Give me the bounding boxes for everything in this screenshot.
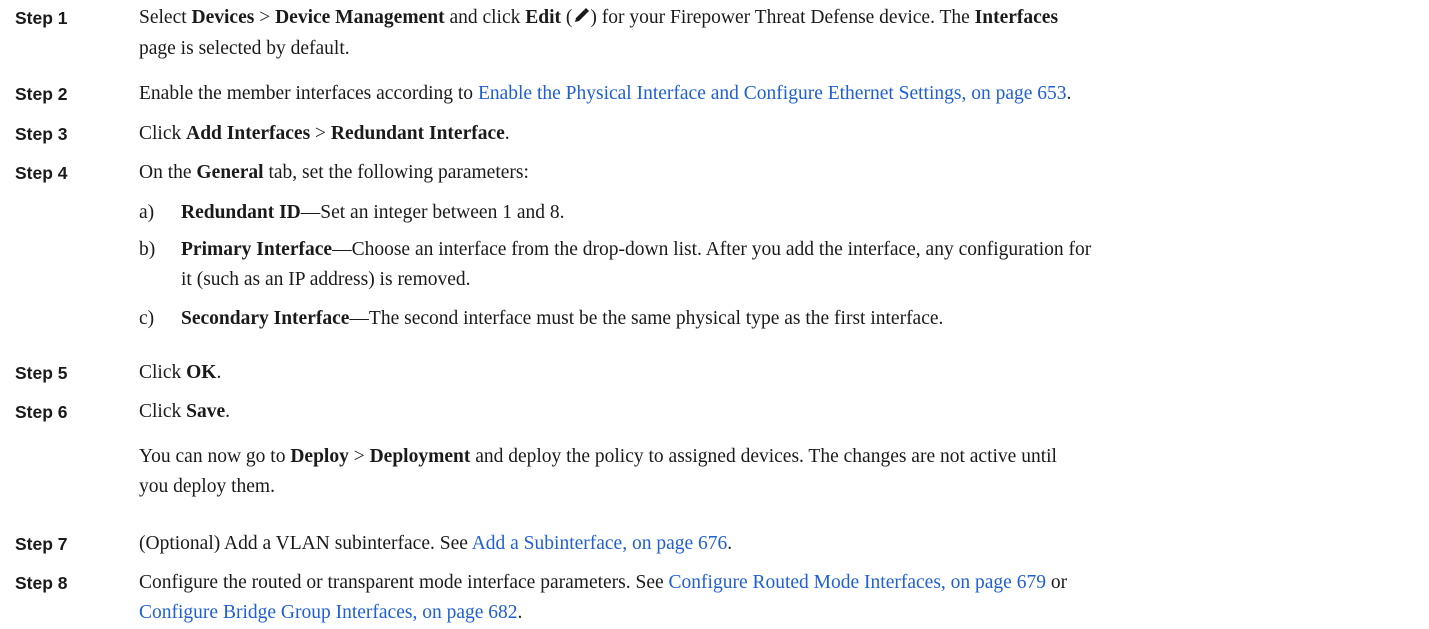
step-5-text: Click OK. xyxy=(139,362,222,383)
step-7-label: Step 7 xyxy=(15,534,68,554)
list-item-primary-interface-cont: it (such as an IP address) is removed. xyxy=(181,269,471,290)
step-5-label: Step 5 xyxy=(15,363,68,383)
step-6-paragraph: You can now go to Deploy > Deployment an… xyxy=(139,446,1057,467)
step-8-text-cont: Configure Bridge Group Interfaces, on pa… xyxy=(139,602,523,623)
step-2-label: Step 2 xyxy=(15,84,68,104)
step-8-text: Configure the routed or transparent mode… xyxy=(139,572,1068,593)
list-marker-c: c) xyxy=(139,308,155,329)
link-physical-interface[interactable]: Enable the Physical Interface and Config… xyxy=(478,83,1067,104)
list-item-primary-interface: Primary Interface—Choose an interface fr… xyxy=(181,239,1092,260)
list-marker-b: b) xyxy=(139,239,156,260)
pencil-icon xyxy=(575,8,590,22)
link-bridge-group-interfaces[interactable]: Configure Bridge Group Interfaces, on pa… xyxy=(139,602,518,623)
step-6-paragraph-cont: you deploy them. xyxy=(139,476,275,497)
link-routed-mode-interfaces[interactable]: Configure Routed Mode Interfaces, on pag… xyxy=(669,572,1046,593)
step-3-label: Step 3 xyxy=(15,124,68,144)
step-4-label: Step 4 xyxy=(15,163,68,183)
step-4-text: On the General tab, set the following pa… xyxy=(139,162,529,183)
step-2-text: Enable the member interfaces according t… xyxy=(139,83,1072,104)
step-8-label: Step 8 xyxy=(15,573,68,593)
list-item-secondary-interface: Secondary Interface—The second interface… xyxy=(181,308,944,329)
step-1-text: Select Devices > Device Management and c… xyxy=(139,7,1059,28)
step-6-label: Step 6 xyxy=(15,402,68,422)
list-item-redundant-id: Redundant ID—Set an integer between 1 an… xyxy=(181,202,565,223)
step-6-text: Click Save. xyxy=(139,401,230,422)
list-marker-a: a) xyxy=(139,202,155,223)
link-add-subinterface[interactable]: Add a Subinterface, on page 676 xyxy=(472,533,728,554)
step-7-text: (Optional) Add a VLAN subinterface. See … xyxy=(139,533,733,554)
step-1-text-cont: page is selected by default. xyxy=(139,38,350,59)
step-1-label: Step 1 xyxy=(15,8,68,28)
step-3-text: Click Add Interfaces > Redundant Interfa… xyxy=(139,123,510,144)
